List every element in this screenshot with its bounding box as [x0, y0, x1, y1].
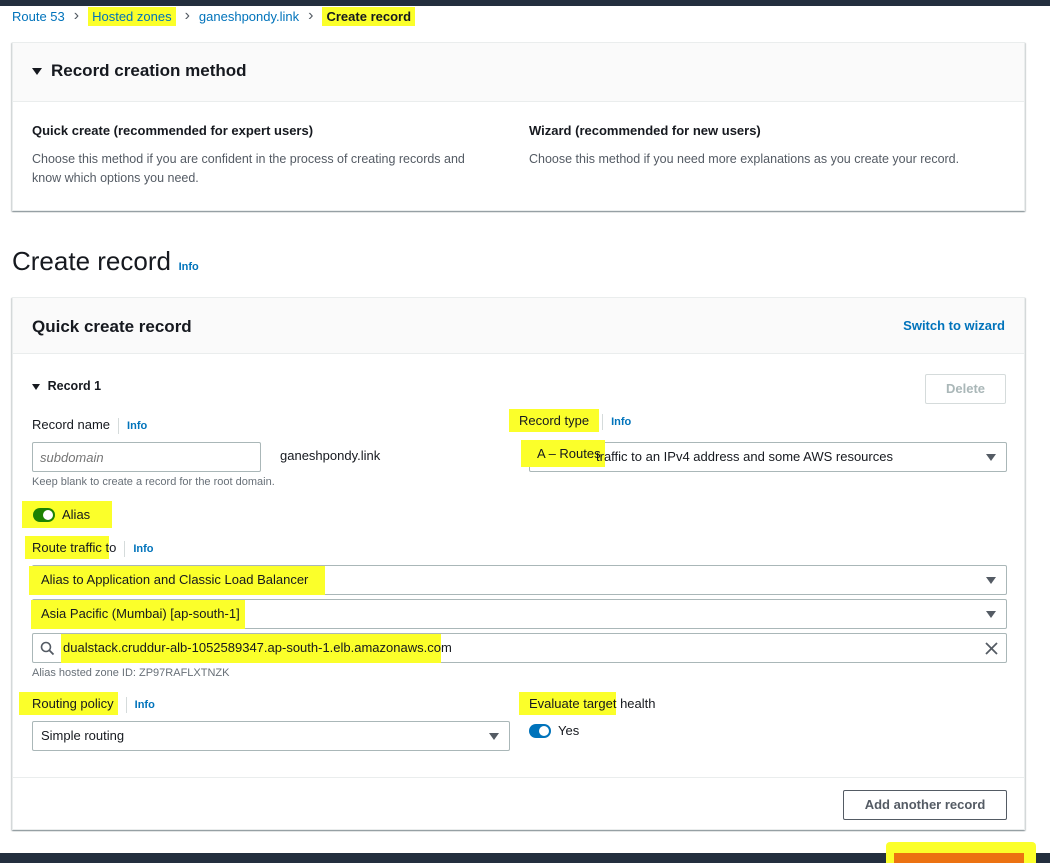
record-name-hint: Keep blank to create a record for the ro…: [32, 476, 275, 488]
close-icon[interactable]: [985, 642, 998, 655]
primary-button-fragment[interactable]: [894, 853, 1024, 863]
hosted-zone-id: Alias hosted zone ID: ZP97RAFLXTNZK: [32, 667, 230, 679]
alias-label: Alias: [62, 507, 91, 522]
routing-policy-info-link[interactable]: Info: [135, 699, 155, 711]
route-traffic-info-link[interactable]: Info: [133, 543, 153, 555]
wizard-option[interactable]: Wizard (recommended for new users) Choos…: [529, 123, 1009, 169]
record-type-value: traffic to an IPv4 address and some AWS …: [596, 449, 893, 464]
chevron-right-icon: ›: [308, 7, 314, 24]
evaluate-health-toggle[interactable]: [529, 724, 551, 738]
endpoint-type-select[interactable]: Alias to Application and Classic Load Ba…: [29, 565, 1007, 595]
panel-footer-divider: [13, 777, 1024, 778]
caret-down-icon: [986, 611, 996, 618]
load-balancer-value: dualstack.cruddur-alb-1052589347.ap-sout…: [61, 634, 452, 663]
evaluate-health-label: Evaluate target: [519, 692, 617, 715]
chevron-right-icon: ›: [73, 7, 80, 24]
divider: [118, 417, 120, 434]
evaluate-health-yes: Yes: [558, 723, 580, 738]
page-info-link[interactable]: Info: [179, 261, 199, 273]
alias-toggle[interactable]: [33, 508, 55, 522]
region-value: Asia Pacific (Mumbai) [ap-south-1]: [31, 600, 245, 629]
page-title: Create record: [12, 246, 171, 276]
caret-down-icon: [489, 733, 499, 740]
option-description: Choose this method if you are confident …: [32, 150, 502, 188]
switch-to-wizard-link[interactable]: Switch to wizard: [903, 318, 1005, 333]
panel-header: Quick create record Switch to wizard: [13, 298, 1024, 354]
record-label: Record 1: [47, 379, 102, 393]
caret-down-icon: [32, 68, 42, 75]
evaluate-health-toggle-row[interactable]: Yes: [529, 723, 579, 738]
option-title: Wizard (recommended for new users): [529, 123, 761, 138]
record-type-value-highlight: A – Routes: [521, 440, 605, 467]
record-type-select[interactable]: A – Routes traffic to an IPv4 address an…: [521, 440, 1007, 472]
divider: [125, 696, 127, 713]
delete-button[interactable]: Delete: [925, 374, 1006, 404]
search-icon: [40, 641, 55, 656]
breadcrumb-route53[interactable]: Route 53: [12, 9, 65, 24]
create-records-button-edge[interactable]: [886, 842, 1036, 863]
routing-policy-label: Routing policy: [19, 692, 118, 715]
routing-policy-select[interactable]: Simple routing: [32, 721, 510, 751]
record-type-label-row: Record type Info: [509, 409, 631, 432]
quick-create-panel: Quick create record Switch to wizard Rec…: [12, 297, 1025, 830]
record-creation-method-panel: Record creation method Quick create (rec…: [12, 42, 1025, 211]
evaluate-health-label-tail: health: [616, 696, 656, 711]
panel-title: Record creation method: [51, 61, 247, 80]
record-name-label: Record name: [32, 417, 111, 432]
quick-create-option[interactable]: Quick create (recommended for expert use…: [32, 123, 502, 188]
caret-down-icon: [32, 383, 40, 390]
route-traffic-label-row: Route traffic to Info: [25, 536, 153, 559]
option-desc-line: Choose this method if you are confident …: [32, 152, 465, 166]
record-name-suffix: ganeshpondy.link: [280, 448, 381, 463]
record-name-label-row: Record name Info: [32, 417, 147, 434]
add-another-record-button[interactable]: Add another record: [843, 790, 1007, 820]
route-traffic-label: Route traffic t: [25, 536, 110, 559]
record-1-toggle[interactable]: Record 1: [32, 378, 101, 393]
record-type-info-link[interactable]: Info: [611, 416, 631, 428]
route-traffic-label-tail: o: [109, 540, 117, 555]
load-balancer-search[interactable]: dualstack.cruddur-alb-1052589347.ap-sout…: [32, 633, 1007, 663]
caret-down-icon: [986, 454, 996, 461]
load-balancer-value-highlight: dualstack.cruddur-alb-1052589347.ap-sout…: [61, 634, 441, 663]
divider: [602, 413, 604, 430]
divider: [124, 540, 126, 557]
chevron-right-icon: ›: [184, 7, 190, 24]
load-balancer-value-tail: m: [440, 640, 452, 655]
caret-down-icon: [986, 577, 996, 584]
breadcrumb-current: Create record: [322, 6, 416, 26]
breadcrumb-hosted-zones[interactable]: Hosted zones: [88, 6, 176, 26]
alias-toggle-row[interactable]: Alias: [22, 501, 112, 528]
breadcrumb-hosted-zone[interactable]: ganeshpondy.link: [199, 9, 299, 24]
console-nav-bar: [0, 0, 1050, 6]
endpoint-type-value: Alias to Application and Classic Load Ba…: [29, 566, 326, 595]
record-name-info-link[interactable]: Info: [127, 420, 147, 432]
routing-policy-label-row: Routing policy Info: [19, 692, 155, 715]
option-title: Quick create (recommended for expert use…: [32, 123, 314, 138]
page-header: Create record Info: [12, 246, 199, 277]
evaluate-health-label-row: Evaluate target health: [519, 692, 656, 715]
routing-policy-value: Simple routing: [41, 728, 125, 743]
breadcrumb: Route 53 › Hosted zones › ganeshpondy.li…: [12, 6, 416, 26]
option-description: Choose this method if you need more expl…: [529, 152, 960, 166]
panel-title: Quick create record: [32, 317, 192, 336]
panel-header[interactable]: Record creation method: [13, 43, 1024, 102]
record-type-label: Record type: [509, 409, 600, 432]
option-desc-line: know which options you need.: [32, 171, 199, 185]
record-name-input[interactable]: [32, 442, 261, 472]
region-select[interactable]: Asia Pacific (Mumbai) [ap-south-1]: [31, 599, 1007, 629]
